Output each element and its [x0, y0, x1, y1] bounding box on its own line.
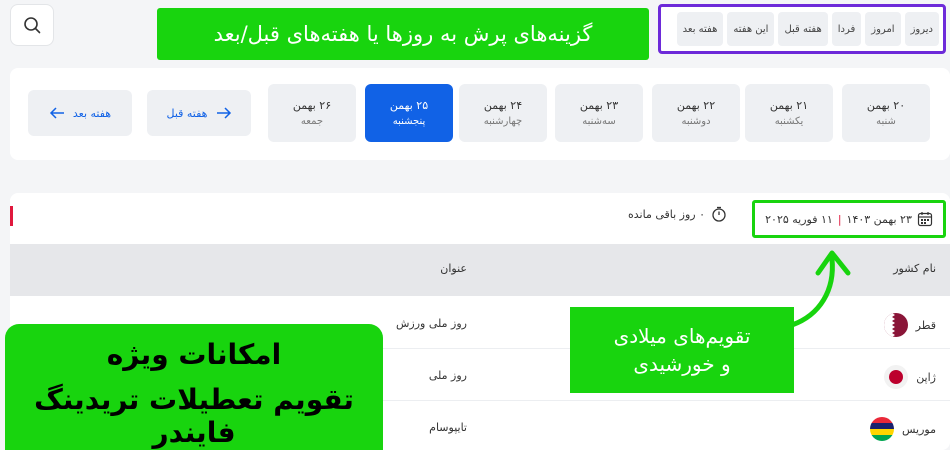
next-week-label: هفته بعد [72, 106, 112, 120]
japan-flag-icon [884, 365, 909, 389]
day-weekday: پنجشنبه [392, 116, 426, 127]
mauritius-flag-icon [870, 417, 895, 441]
day-21[interactable]: ۲۱ بهمن یکشنبه [745, 84, 833, 142]
header-title: عنوان [440, 262, 467, 275]
day-23[interactable]: ۲۳ بهمن سه‌شنبه [555, 84, 643, 142]
calendar-icon [917, 212, 932, 227]
country-cell: موریس [870, 417, 936, 441]
week-strip: ۲۰ بهمن شنبه ۲۱ بهمن یکشنبه ۲۲ بهمن دوشن… [10, 68, 950, 160]
day-26[interactable]: ۲۶ بهمن جمعه [268, 84, 356, 142]
previous-week-button[interactable]: هفته قبل [147, 90, 251, 136]
quick-last-week-button[interactable]: هفته قبل [778, 12, 828, 46]
day-date: ۲۱ بهمن [769, 99, 809, 112]
country-name: قطر [915, 318, 936, 332]
holiday-title: روز ملی [428, 369, 467, 382]
holiday-title: روز ملی ورزش [396, 317, 467, 330]
country-cell: قطر [883, 313, 936, 337]
callout-features: امکانات ویژه تقویم تعطیلات تریدینگ فایند… [5, 324, 383, 450]
previous-week-label: هفته قبل [166, 106, 208, 120]
selected-date-box: ۲۳ بهمن ۱۴۰۳ | ۱۱ فوریه ۲۰۲۵ [752, 200, 946, 238]
quick-yesterday-button[interactable]: دیروز [904, 12, 939, 46]
gregorian-date: ۱۱ فوریه ۲۰۲۵ [765, 212, 833, 226]
jalali-date: ۲۳ بهمن ۱۴۰۳ [846, 212, 912, 226]
day-weekday: چهارشنبه [483, 116, 523, 127]
country-name: ژاپن [916, 370, 936, 384]
day-date: ۲۶ بهمن [292, 99, 332, 112]
country-name: موریس [902, 422, 936, 436]
red-marker [10, 206, 13, 226]
search-icon [24, 17, 41, 34]
callout-calendars: تقویم‌های میلادی و خورشیدی [570, 307, 794, 393]
day-22[interactable]: ۲۲ بهمن دوشنبه [652, 84, 740, 142]
day-weekday: یکشنبه [774, 116, 804, 127]
arrow-left-icon [49, 107, 64, 119]
day-weekday: شنبه [876, 116, 896, 127]
day-weekday: دوشنبه [681, 116, 711, 127]
quick-today-button[interactable]: امروز [865, 12, 901, 46]
day-date: ۲۵ بهمن [389, 99, 429, 112]
day-24[interactable]: ۲۴ بهمن چهارشنبه [459, 84, 547, 142]
holiday-title: تایپوسام [429, 421, 467, 434]
country-cell: ژاپن [884, 365, 936, 389]
callout-features-line1: امکانات ویژه [106, 338, 282, 371]
arrow-right-icon [216, 107, 231, 119]
day-weekday: سه‌شنبه [582, 116, 616, 127]
quick-this-week-button[interactable]: این هفته [727, 12, 775, 46]
quick-nav-bar: دیروز امروز فردا هفته قبل این هفته هفته … [658, 4, 946, 54]
remaining-days-text: ۰ روز باقی مانده [628, 207, 706, 221]
day-date: ۲۴ بهمن [483, 99, 523, 112]
day-20[interactable]: ۲۰ بهمن شنبه [842, 84, 930, 142]
remaining-days: ۰ روز باقی مانده [628, 206, 727, 222]
callout-calendars-line2: و خورشیدی [633, 352, 731, 376]
day-date: ۲۳ بهمن [579, 99, 619, 112]
quick-next-week-button[interactable]: هفته بعد [676, 12, 724, 46]
header-country: نام کشور [893, 262, 936, 275]
day-date: ۲۰ بهمن [866, 99, 906, 112]
callout-features-line2: تقویم تعطیلات تریدینگ فایندر [34, 383, 354, 449]
callout-arrow-icon [789, 250, 851, 328]
quick-tomorrow-button[interactable]: فردا [831, 12, 862, 46]
date-separator: | [837, 212, 842, 226]
callout-calendars-line1: تقویم‌های میلادی [613, 324, 751, 348]
day-25-active[interactable]: ۲۵ بهمن پنجشنبه [365, 84, 453, 142]
qatar-flag-icon [883, 313, 908, 337]
callout-jump-options: گزینه‌های پرش به روزها یا هفته‌های قبل/ب… [157, 8, 649, 60]
timer-icon [712, 206, 726, 222]
next-week-button[interactable]: هفته بعد [28, 90, 132, 136]
day-date: ۲۲ بهمن [676, 99, 716, 112]
day-weekday: جمعه [300, 116, 324, 127]
search-button[interactable] [10, 4, 54, 46]
